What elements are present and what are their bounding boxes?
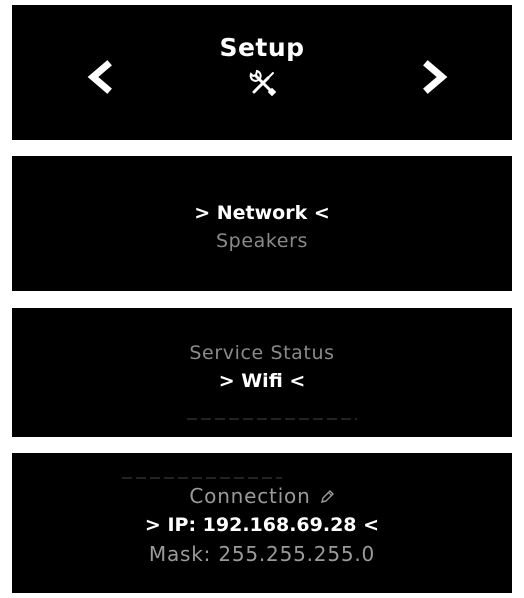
menu-item-speakers[interactable]: Speakers <box>12 230 512 252</box>
network-menu-screen: > Network < Speakers <box>12 156 512 291</box>
menu-item-network-selected[interactable]: > Network < <box>12 202 512 224</box>
faded-menu-item <box>122 477 282 479</box>
menu-item-wifi-selected[interactable]: > Wifi < <box>12 370 512 392</box>
menu-item-ip-selected[interactable]: > IP: 192.168.69.28 < <box>12 514 512 536</box>
tools-icon <box>248 68 278 98</box>
menu-item-connection[interactable]: Connection <box>12 484 512 508</box>
device-screens: Setup > Network < Speakers Service Statu… <box>0 0 524 598</box>
connection-label: Connection <box>189 484 311 508</box>
wifi-menu-screen: Service Status > Wifi < <box>12 308 512 437</box>
menu-item-service-status[interactable]: Service Status <box>12 342 512 364</box>
connection-screen: Connection > IP: 192.168.69.28 < Mask: 2… <box>12 453 512 593</box>
menu-item-mask[interactable]: Mask: 255.255.255.0 <box>12 542 512 566</box>
chevron-left-icon[interactable] <box>85 57 115 97</box>
chevron-right-icon[interactable] <box>420 57 450 97</box>
setup-screen: Setup <box>12 5 512 140</box>
faded-menu-item <box>187 418 357 420</box>
pencil-icon <box>319 486 335 503</box>
